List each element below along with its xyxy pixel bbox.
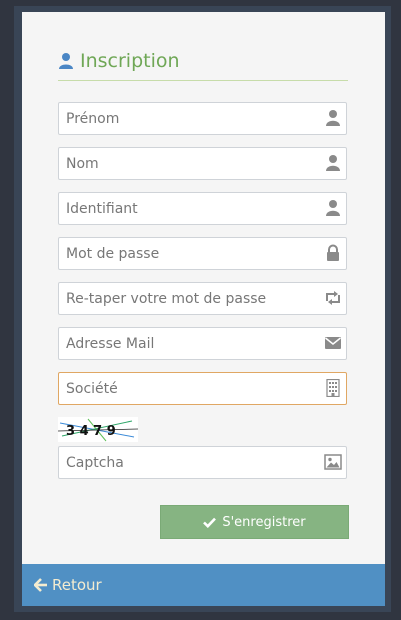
arrow-left-icon	[34, 578, 47, 592]
company-field[interactable]	[58, 372, 347, 405]
captcha-image: 3 4 7 9	[58, 417, 138, 442]
first-name-input[interactable]	[59, 103, 326, 134]
captcha-input[interactable]	[59, 447, 326, 478]
register-button-label: S'enregistrer	[222, 514, 306, 530]
username-field[interactable]	[58, 192, 347, 225]
image-icon	[324, 454, 342, 470]
last-name-field[interactable]	[58, 147, 347, 180]
register-button[interactable]: S'enregistrer	[160, 505, 349, 539]
user-icon	[326, 200, 340, 216]
back-link[interactable]: Retour	[34, 576, 102, 594]
building-icon	[326, 379, 340, 397]
lock-icon	[327, 244, 339, 261]
email-input[interactable]	[59, 328, 326, 359]
captcha-text: 3 4 7 9	[66, 424, 116, 439]
email-field[interactable]	[58, 327, 347, 360]
confirm-password-input[interactable]	[59, 283, 326, 314]
username-input[interactable]	[59, 193, 326, 224]
password-input[interactable]	[59, 238, 326, 269]
check-icon	[203, 517, 217, 528]
confirm-password-field[interactable]	[58, 282, 347, 315]
captcha-field[interactable]	[58, 446, 347, 479]
password-field[interactable]	[58, 237, 347, 270]
company-input[interactable]	[59, 373, 326, 404]
last-name-input[interactable]	[59, 148, 326, 179]
retweet-icon	[326, 291, 340, 305]
back-link-label: Retour	[52, 576, 102, 594]
footer-bar: Retour	[22, 564, 385, 606]
user-icon	[326, 155, 340, 171]
user-icon	[59, 53, 73, 69]
form-title: Inscription	[80, 50, 180, 72]
envelope-icon	[325, 337, 341, 349]
form-header: Inscription	[58, 48, 348, 81]
first-name-field[interactable]	[58, 102, 347, 135]
user-icon	[326, 110, 340, 126]
